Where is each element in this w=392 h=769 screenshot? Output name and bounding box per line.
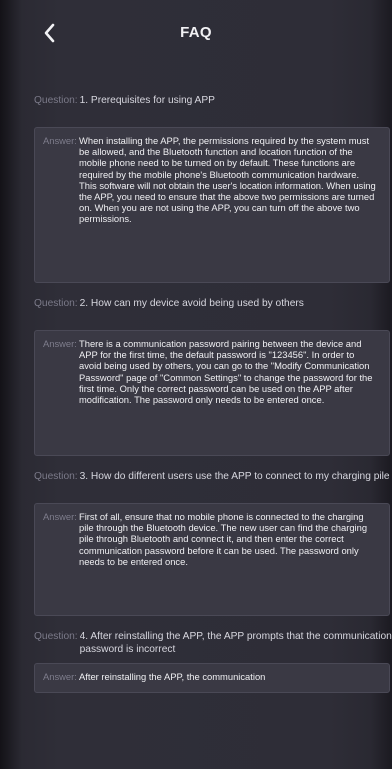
page-title: FAQ <box>180 24 212 41</box>
question-label: Question: <box>34 95 78 106</box>
answer-text: After reinstalling the APP, the communic… <box>79 671 266 682</box>
answer-card: Answer: After reinstalling the APP, the … <box>34 663 390 693</box>
answer-label: Answer: <box>43 671 77 682</box>
question-label: Question: <box>34 631 78 642</box>
answer-card: Answer: First of all, ensure that no mob… <box>34 503 390 616</box>
answer-text: When installing the APP, the permissions… <box>79 135 376 225</box>
top-navigation-bar: FAQ <box>0 0 392 72</box>
answer-text: There is a communication password pairin… <box>79 338 373 406</box>
answer-card: Answer: There is a communication passwor… <box>34 330 390 456</box>
answer-label: Answer: <box>43 338 77 349</box>
faq-item: Question: 3. How do different users use … <box>34 464 392 616</box>
answer-text: First of all, ensure that no mobile phon… <box>79 511 368 567</box>
question-text: 1. Prerequisites for using APP <box>79 95 215 106</box>
faq-item: Question: 2. How can my device avoid bei… <box>34 291 392 456</box>
question-row: Question: 1. Prerequisites for using APP <box>34 88 392 124</box>
question-row: Question: 4. After reinstalling the APP,… <box>34 624 392 660</box>
faq-item: Question: 1. Prerequisites for using APP… <box>34 88 392 283</box>
question-label: Question: <box>34 471 78 482</box>
answer-label: Answer: <box>43 511 77 522</box>
faq-screen: FAQ Question: 1. Prerequisites for using… <box>0 0 392 769</box>
question-label: Question: <box>34 298 78 309</box>
answer-label: Answer: <box>43 135 77 146</box>
answer-card: Answer: When installing the APP, the per… <box>34 127 390 283</box>
question-row: Question: 2. How can my device avoid bei… <box>34 291 392 327</box>
question-text: 4. After reinstalling the APP, the APP p… <box>79 631 392 655</box>
faq-list[interactable]: Question: 1. Prerequisites for using APP… <box>34 88 392 701</box>
question-row: Question: 3. How do different users use … <box>34 464 392 500</box>
question-text: 3. How do different users use the APP to… <box>79 471 390 482</box>
faq-item: Question: 4. After reinstalling the APP,… <box>34 624 392 693</box>
question-text: 2. How can my device avoid being used by… <box>79 298 304 309</box>
